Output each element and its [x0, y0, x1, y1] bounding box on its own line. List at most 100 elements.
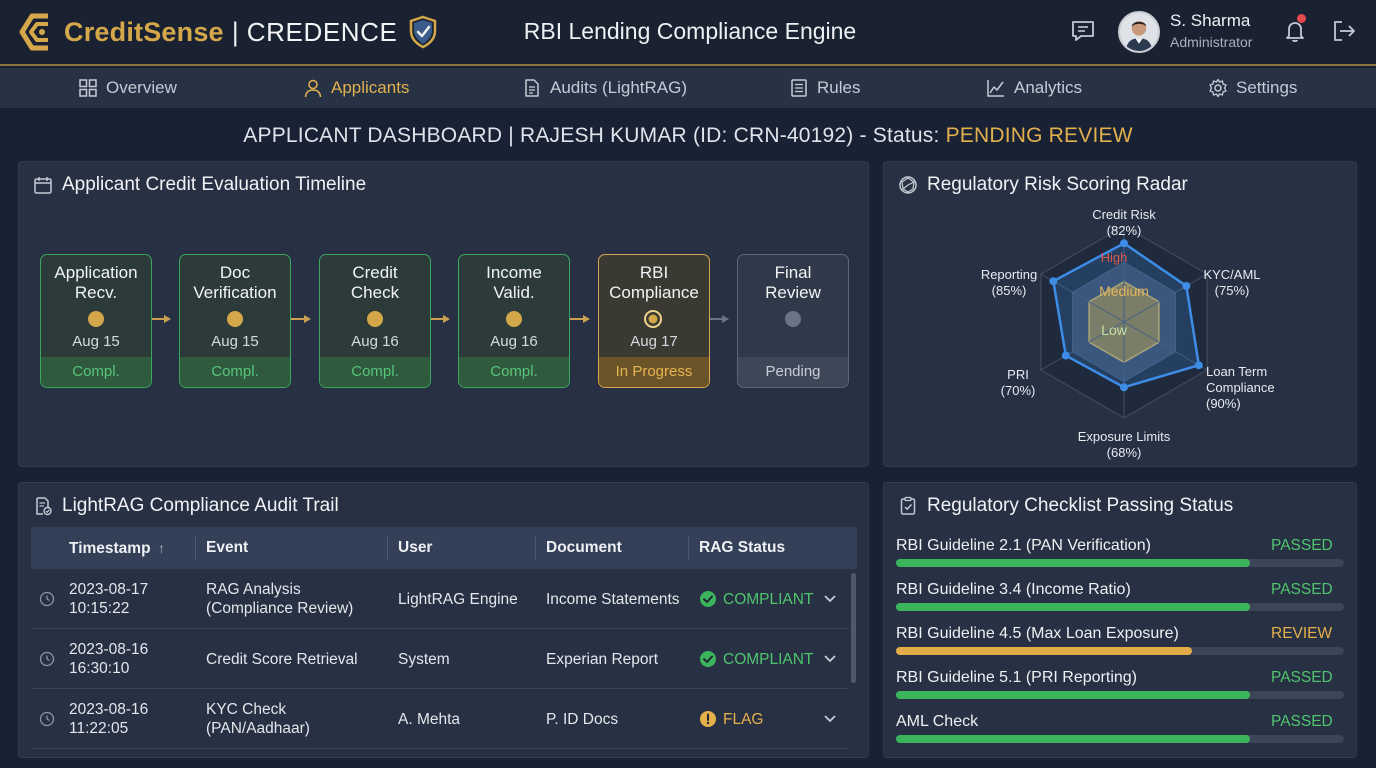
radar-point — [1120, 239, 1128, 248]
column-header-document[interactable]: Document — [546, 527, 622, 569]
clock-icon — [39, 651, 55, 667]
step-date: Aug 16 — [490, 333, 538, 350]
main-nav: Overview Applicants Audits (LightRAG) Ru… — [0, 68, 1376, 108]
timeline-step-doc-verification[interactable]: Doc Verification Aug 15 Compl. — [179, 254, 291, 388]
checklist-item[interactable]: RBI Guideline 5.1 (PRI Reporting) PASSED — [896, 669, 1344, 713]
audit-panel: LightRAG Compliance Audit Trail Timestam… — [18, 482, 869, 758]
progress-track — [896, 735, 1344, 743]
timeline-step-income-validation[interactable]: Income Valid. Aug 16 Compl. — [458, 254, 570, 388]
progress-track — [896, 647, 1344, 655]
table-row[interactable]: 2023-08-17 10:15:22 RAG Analysis (Complian… — [31, 569, 849, 629]
timeline-step-rbi-compliance[interactable]: RBI Compliance Aug 17 In Progress — [598, 254, 710, 388]
applicant-status: PENDING REVIEW — [945, 124, 1133, 147]
progress-track — [896, 691, 1344, 699]
radar-point — [1061, 351, 1070, 360]
nav-overview-label: Overview — [106, 78, 177, 97]
progress-fill — [896, 735, 1250, 743]
nav-rules-label: Rules — [817, 78, 861, 97]
user-name: S. Sharma — [1170, 11, 1251, 30]
cell-event: RAG Analysis (Compliance Review) — [206, 581, 354, 617]
checklist-item[interactable]: RBI Guideline 3.4 (Income Ratio) PASSED — [896, 581, 1344, 625]
checklist-item[interactable]: RBI Guideline 4.5 (Max Loan Exposure) RE… — [896, 625, 1344, 669]
nav-applicants[interactable]: Applicants — [303, 68, 409, 108]
nav-rules[interactable]: Rules — [789, 68, 860, 108]
nav-overview[interactable]: Overview — [78, 68, 177, 108]
table-scrollbar[interactable] — [851, 573, 856, 683]
step-label: RBI Compliance — [609, 263, 699, 302]
audit-title-text: LightRAG Compliance Audit Trail — [62, 495, 339, 516]
timeline-step-credit-check[interactable]: Credit Check Aug 16 Compl. — [319, 254, 431, 388]
cell-user: LightRAG Engine — [398, 590, 518, 608]
app-title: RBI Lending Compliance Engine — [523, 18, 857, 44]
cell-timestamp: 2023-08-16 11:22:05 — [69, 701, 149, 737]
logout-icon[interactable] — [1331, 18, 1357, 44]
nav-audits[interactable]: Audits (LightRAG) — [522, 68, 687, 108]
radar-zone-low: Low — [1101, 322, 1127, 338]
table-row[interactable]: 2023-08-16 16:30:10 Credit Score Retrieva… — [31, 629, 849, 689]
chat-icon[interactable] — [1070, 18, 1096, 44]
step-label: Doc Verification — [193, 263, 277, 302]
brand-separator: | — [231, 16, 239, 47]
chevron-down-icon[interactable] — [823, 653, 837, 665]
user-role: Administrator — [1170, 34, 1253, 50]
checklist-panel: Regulatory Checklist Passing Status RBI … — [883, 482, 1357, 758]
timeline-panel: Applicant Credit Evaluation Timeline App… — [18, 161, 869, 467]
nav-audits-label: Audits (LightRAG) — [550, 78, 687, 97]
avatar[interactable] — [1118, 11, 1160, 53]
shield-check-icon — [409, 15, 436, 49]
notification-dot — [1297, 14, 1306, 23]
chart-icon — [987, 80, 1004, 97]
step-date: Aug 17 — [630, 333, 678, 350]
radar-axis-pri: PRI (70%) — [1000, 367, 1036, 398]
checklist-item[interactable]: RBI Guideline 2.1 (PAN Verification) PAS… — [896, 537, 1344, 581]
step-label: Application Recv. — [54, 263, 138, 302]
cell-document: Income Statements — [546, 590, 680, 608]
radar-point — [1120, 383, 1128, 392]
column-header-user[interactable]: User — [398, 527, 432, 569]
cell-user: System — [398, 650, 450, 668]
brand-subtitle: CREDENCE — [246, 16, 398, 47]
top-header: CreditSense | CREDENCE RBI Lending Compl… — [0, 0, 1376, 66]
page-title: APPLICANT DASHBOARD | RAJESH KUMAR (ID: … — [0, 124, 1376, 148]
radar-axis-kyc-aml: KYC/AML (75%) — [1203, 267, 1261, 298]
timeline-step-final-review[interactable]: Final Review Pending — [737, 254, 849, 388]
radar-axis-reporting: Reporting (85%) — [980, 267, 1038, 298]
chevron-down-icon[interactable] — [823, 713, 837, 725]
user-photo-icon — [1120, 13, 1158, 51]
checklist-item-name: RBI Guideline 2.1 (PAN Verification) — [896, 537, 1151, 554]
timeline-step-application[interactable]: Application Recv. Aug 15 Compl. — [40, 254, 152, 388]
checklist-item-name: RBI Guideline 5.1 (PRI Reporting) — [896, 669, 1137, 686]
radar-axis-exposure-limits: Exposure Limits (68%) — [1077, 429, 1171, 460]
radar-point — [1182, 282, 1191, 290]
column-header-rag-status[interactable]: RAG Status — [699, 527, 785, 569]
clipboard-check-icon — [900, 496, 916, 515]
progress-track — [896, 603, 1344, 611]
brand-name: CreditSense — [64, 16, 224, 47]
progress-track — [896, 559, 1344, 567]
nav-analytics[interactable]: Analytics — [986, 68, 1082, 108]
grid-icon — [79, 79, 97, 97]
step-status: Compl. — [41, 357, 151, 387]
radar-point — [1194, 361, 1203, 370]
radar-zone-high: High — [1100, 250, 1128, 265]
chevron-down-icon[interactable] — [823, 593, 837, 605]
checklist-item-name: RBI Guideline 4.5 (Max Loan Exposure) — [896, 625, 1179, 642]
checklist-item[interactable]: AML Check PASSED — [896, 713, 1344, 757]
brand[interactable]: CreditSense | CREDENCE — [18, 10, 438, 54]
step-label: Income Valid. — [486, 263, 542, 302]
column-header-timestamp[interactable]: Timestamp ↑ — [69, 527, 165, 569]
radar-zone-medium: Medium — [1099, 283, 1149, 299]
checklist-item-status: PASSED — [1271, 713, 1333, 730]
progress-fill — [896, 559, 1250, 567]
table-row[interactable]: 2023-08-16 11:22:05 KYC Check (PAN/Aadhaar… — [31, 689, 849, 749]
step-label: Credit Check — [350, 263, 400, 302]
column-header-event[interactable]: Event — [206, 527, 248, 569]
nav-settings[interactable]: Settings — [1208, 68, 1297, 108]
progress-fill — [896, 603, 1250, 611]
cell-rag-status: FLAG — [699, 689, 763, 749]
checklist-item-status: PASSED — [1271, 669, 1333, 686]
nav-analytics-label: Analytics — [1014, 78, 1083, 97]
nav-settings-label: Settings — [1236, 78, 1298, 97]
step-status: In Progress — [599, 357, 709, 387]
clock-icon — [39, 591, 55, 607]
